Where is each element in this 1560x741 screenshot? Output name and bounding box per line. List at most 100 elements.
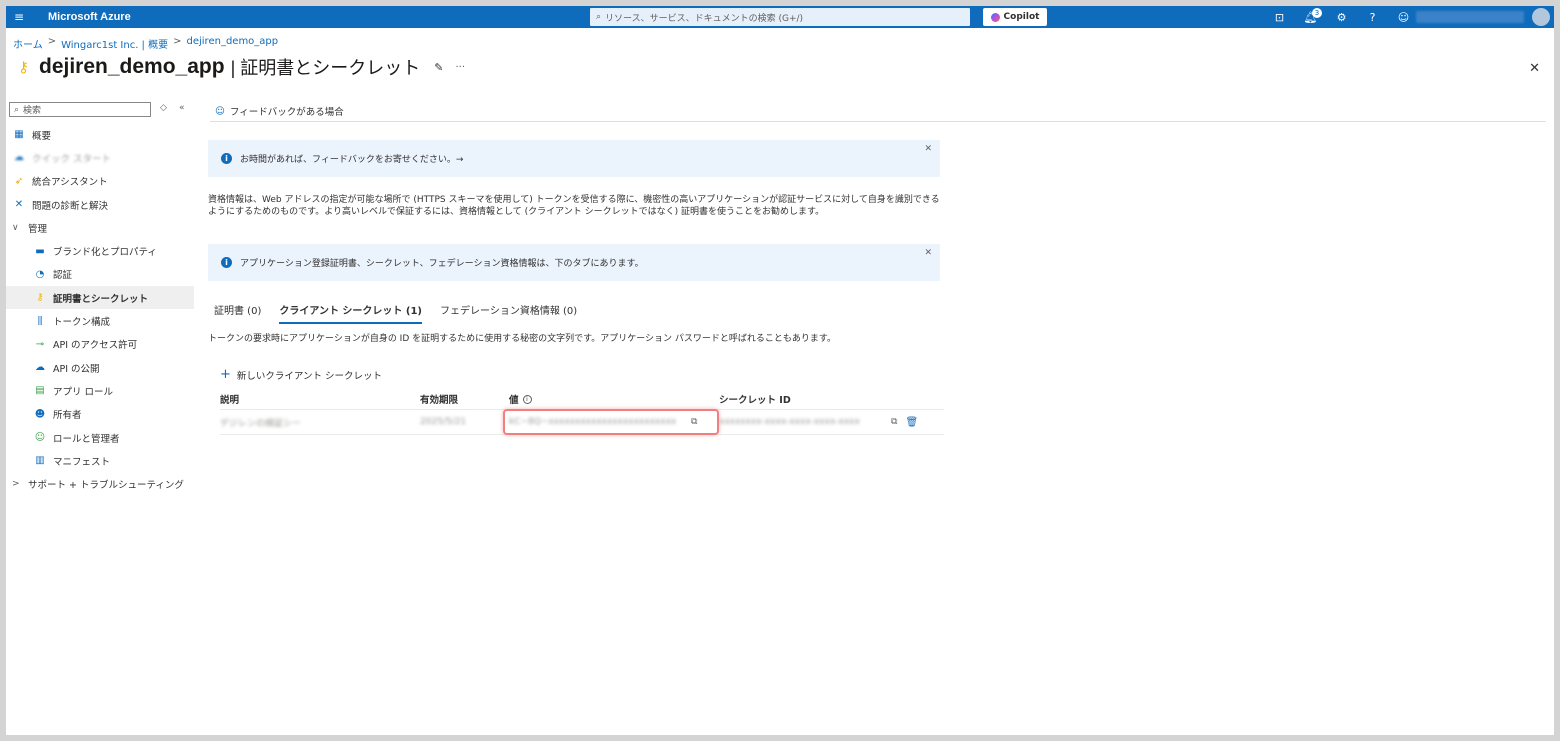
cloud-shell-icon[interactable]: ⊡ [1264,11,1295,24]
sidebar-item-label: API の公開 [53,363,100,375]
sidebar-item-label: アプリ ロール [53,386,114,398]
column-header-expires: 有効期限 [420,395,459,406]
notification-bell-icon[interactable]: 🔔︎ 3 [1295,7,1326,24]
feedback-icon[interactable]: ☺ [1388,11,1419,24]
feedback-banner: i お時間があれば、フィードバックをお寄せください。→ ✕ [208,140,940,177]
close-icon[interactable]: ✕ [924,248,932,258]
api-permission-icon: ⊸ [35,338,45,350]
notification-badge: 3 [1312,7,1322,18]
close-icon[interactable]: ✕ [1529,61,1540,76]
sidebar-item-label: 所有者 [53,410,82,422]
sidebar-item-branding[interactable]: ▬ ブランド化とプロパティ [6,239,194,262]
global-search-input[interactable]: ⌕ リソース、サービス、ドキュメントの検索 (G+/) [590,8,970,26]
settings-gear-icon[interactable]: ⚙ [1326,11,1357,24]
sidebar-item-manifest[interactable]: ▥ マニフェスト [6,449,194,472]
sidebar-item-label: マニフェスト [53,456,111,468]
sidebar-item-label: API のアクセス許可 [53,340,138,352]
search-placeholder: リソース、サービス、ドキュメントの検索 (G+/) [605,13,804,24]
chevron-down-icon: ∨ [12,222,19,233]
help-icon[interactable]: ? [1357,11,1388,24]
breadcrumb-app[interactable]: dejiren_demo_app [187,36,279,51]
highlight-annotation-box [503,409,719,435]
breadcrumb-tenant[interactable]: Wingarc1st Inc. | 概要 [61,36,168,51]
column-header-value-label: 値 [509,395,519,406]
info-icon: i [221,153,232,164]
sidebar-item-label: 管理 [28,223,48,235]
sidebar-group-support[interactable]: > サポート + トラブルシューティング [6,472,194,495]
tab-federated-credentials[interactable]: フェデレーション資格情報 (0) [440,302,577,324]
sidebar-item-app-roles[interactable]: ▤ アプリ ロール [6,379,194,402]
sidebar-item-api-permissions[interactable]: ⊸ API のアクセス許可 [6,333,194,356]
info-banner-text: アプリケーション登録証明書、シークレット、フェデレーション資格情報は、下のタブに… [240,259,644,269]
new-client-secret-label: 新しいクライアント シークレット [236,370,383,382]
credential-tabs: 証明書 (0) クライアント シークレット (1) フェデレーション資格情報 (… [214,302,577,324]
column-header-secret-id: シークレット ID [719,395,791,406]
sidebar-item-certificates-secrets[interactable]: ⚷ 証明書とシークレット [6,286,194,310]
top-icon-group: ⊡ 🔔︎ 3 ⚙ ? ☺ [1264,6,1419,28]
page-subtitle: | 証明書とシークレット [230,58,421,78]
hamburger-icon[interactable]: ≡ [8,10,30,24]
avatar[interactable] [1532,8,1550,26]
page-title: dejiren_demo_app [39,55,225,78]
search-icon: ⌕ [596,12,602,22]
cloud-icon: ☁ [35,362,45,374]
rocket-icon: ➶ [14,175,24,187]
app-roles-icon: ▤ [35,385,45,397]
account-info-redacted[interactable] [1416,11,1524,23]
pin-icon[interactable]: ✎ [434,61,443,74]
plus-icon: + [220,367,231,382]
sidebar-item-label: 問題の診断と解決 [32,200,109,212]
more-options-icon[interactable]: ··· [455,62,465,73]
chevron-right-icon: > [12,479,20,490]
page-header: ⚷ dejiren_demo_app | 証明書とシークレット ✎ ··· [18,54,465,80]
secret-expires: 2025/5/21 [420,417,467,427]
close-icon[interactable]: ✕ [924,144,932,154]
collapse-sidebar-icon[interactable]: « [179,103,185,113]
sidebar-item-label: 概要 [32,130,52,142]
new-client-secret-button[interactable]: + 新しいクライアント シークレット [220,367,382,382]
azure-portal-window: ≡ Microsoft Azure ⌕ リソース、サービス、ドキュメントの検索 … [6,6,1554,735]
sidebar-expand-icon[interactable]: ◇ [160,103,167,113]
sidebar-item-quickstart[interactable]: ☁ クイック スタート [6,146,194,169]
tab-certificates[interactable]: 証明書 (0) [214,302,261,324]
sidebar-item-label: 統合アシスタント [32,177,108,189]
auth-icon: ◔ [35,268,45,280]
feedback-button[interactable]: フィードバックがある場合 [230,104,344,118]
breadcrumb-separator: > [47,36,57,47]
sidebar-item-expose-api[interactable]: ☁ API の公開 [6,356,194,379]
copilot-label: Copilot [1003,12,1040,22]
breadcrumb-home[interactable]: ホーム [13,36,43,51]
copy-icon[interactable]: ⧉ [891,417,897,427]
feedback-icon: ☺ [215,105,225,117]
token-icon: ⫼ [37,315,43,327]
sidebar-item-label: クイック スタート [32,153,112,165]
secret-id-cell: xxxxxxxx-xxxx-xxxx-xxxx-xxxx ⧉ 🗑︎ [719,417,944,428]
sidebar-item-overview[interactable]: ▦ 概要 [6,123,194,146]
sidebar-search-placeholder: 検索 [23,106,42,116]
sidebar-item-integration-assistant[interactable]: ➶ 統合アシスタント [6,170,194,193]
column-header-value: 値i [509,392,719,406]
sidebar-item-token-config[interactable]: ⫼ トークン構成 [6,309,194,332]
brand-logo[interactable]: Microsoft Azure [48,11,131,23]
tab-client-secrets[interactable]: クライアント シークレット (1) [279,302,423,324]
copilot-button[interactable]: Copilot [983,8,1047,26]
column-header-description: 説明 [220,395,240,406]
sidebar-item-authentication[interactable]: ◔ 認証 [6,263,194,286]
table-header: 説明 有効期限 値i シークレット ID [220,389,944,410]
info-banner: i アプリケーション登録証明書、シークレット、フェデレーション資格情報は、下のタ… [208,244,940,281]
wrench-icon: ✕ [14,199,24,211]
sidebar-item-label: ロールと管理者 [53,433,120,445]
sidebar-item-roles-admins[interactable]: ☺ ロールと管理者 [6,426,194,449]
sidebar-item-label: サポート + トラブルシューティング [28,480,184,492]
sidebar-item-label: ブランド化とプロパティ [53,247,157,259]
info-icon[interactable]: i [522,394,532,404]
sidebar-group-manage[interactable]: ∨ 管理 [6,216,194,239]
sidebar-search-input[interactable]: ⌕ 検索 [9,102,151,117]
delete-trash-icon[interactable]: 🗑︎ [905,417,918,428]
roles-admin-icon: ☺ [34,432,46,443]
sidebar-item-label: トークン構成 [53,317,111,329]
quickstart-icon: ☁ [14,152,24,164]
sidebar-item-owners[interactable]: ☻ 所有者 [6,403,194,426]
feedback-banner-link[interactable]: お時間があれば、フィードバックをお寄せください。→ [240,152,463,165]
sidebar-item-diagnose[interactable]: ✕ 問題の診断と解決 [6,193,194,216]
